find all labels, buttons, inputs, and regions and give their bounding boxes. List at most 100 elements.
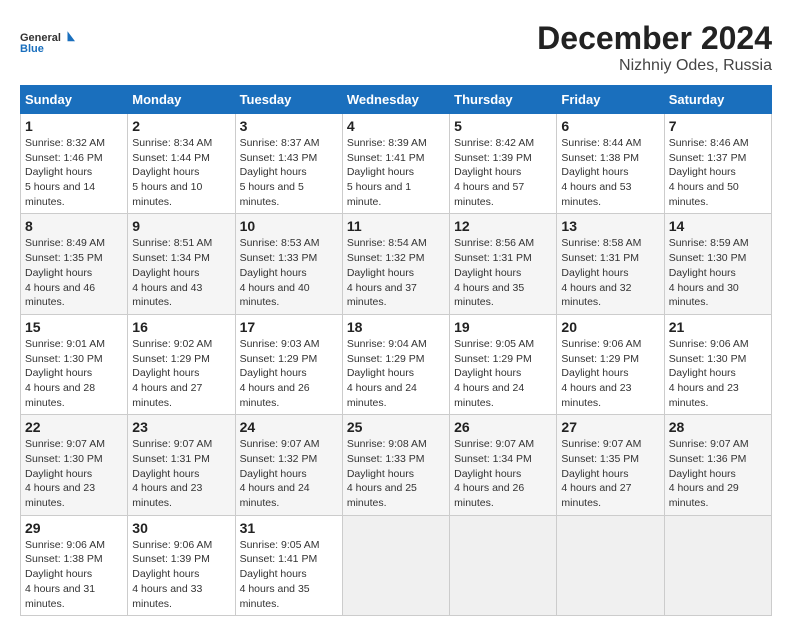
day-info: Sunrise: 9:02 AM Sunset: 1:29 PM Dayligh… — [132, 337, 230, 410]
day-number: 26 — [454, 419, 552, 435]
day-info: Sunrise: 8:51 AM Sunset: 1:34 PM Dayligh… — [132, 236, 230, 309]
calendar-cell: 12 Sunrise: 8:56 AM Sunset: 1:31 PM Dayl… — [450, 214, 557, 314]
calendar-week-row: 1 Sunrise: 8:32 AM Sunset: 1:46 PM Dayli… — [21, 114, 772, 214]
day-number: 1 — [25, 118, 123, 134]
calendar-cell: 7 Sunrise: 8:46 AM Sunset: 1:37 PM Dayli… — [664, 114, 771, 214]
location-subtitle: Nizhniy Odes, Russia — [537, 57, 772, 75]
day-number: 24 — [240, 419, 338, 435]
day-info: Sunrise: 9:04 AM Sunset: 1:29 PM Dayligh… — [347, 337, 445, 410]
calendar-week-row: 15 Sunrise: 9:01 AM Sunset: 1:30 PM Dayl… — [21, 314, 772, 414]
page-header: General Blue December 2024 Nizhniy Odes,… — [20, 20, 772, 75]
day-info: Sunrise: 8:39 AM Sunset: 1:41 PM Dayligh… — [347, 136, 445, 209]
day-info: Sunrise: 8:32 AM Sunset: 1:46 PM Dayligh… — [25, 136, 123, 209]
day-number: 10 — [240, 218, 338, 234]
day-number: 12 — [454, 218, 552, 234]
day-info: Sunrise: 9:03 AM Sunset: 1:29 PM Dayligh… — [240, 337, 338, 410]
calendar-cell: 27 Sunrise: 9:07 AM Sunset: 1:35 PM Dayl… — [557, 415, 664, 515]
calendar-cell: 10 Sunrise: 8:53 AM Sunset: 1:33 PM Dayl… — [235, 214, 342, 314]
calendar-cell: 17 Sunrise: 9:03 AM Sunset: 1:29 PM Dayl… — [235, 314, 342, 414]
day-number: 2 — [132, 118, 230, 134]
logo: General Blue — [20, 20, 75, 65]
weekday-header-row: SundayMondayTuesdayWednesdayThursdayFrid… — [21, 86, 772, 114]
day-info: Sunrise: 8:58 AM Sunset: 1:31 PM Dayligh… — [561, 236, 659, 309]
calendar-cell: 25 Sunrise: 9:08 AM Sunset: 1:33 PM Dayl… — [342, 415, 449, 515]
calendar-cell: 4 Sunrise: 8:39 AM Sunset: 1:41 PM Dayli… — [342, 114, 449, 214]
calendar-cell: 22 Sunrise: 9:07 AM Sunset: 1:30 PM Dayl… — [21, 415, 128, 515]
day-info: Sunrise: 9:07 AM Sunset: 1:30 PM Dayligh… — [25, 437, 123, 510]
day-number: 13 — [561, 218, 659, 234]
calendar-week-row: 8 Sunrise: 8:49 AM Sunset: 1:35 PM Dayli… — [21, 214, 772, 314]
weekday-header: Tuesday — [235, 86, 342, 114]
calendar-cell: 8 Sunrise: 8:49 AM Sunset: 1:35 PM Dayli… — [21, 214, 128, 314]
day-info: Sunrise: 8:49 AM Sunset: 1:35 PM Dayligh… — [25, 236, 123, 309]
calendar-cell — [664, 515, 771, 615]
day-number: 31 — [240, 520, 338, 536]
day-number: 8 — [25, 218, 123, 234]
day-info: Sunrise: 9:07 AM Sunset: 1:31 PM Dayligh… — [132, 437, 230, 510]
calendar-cell: 23 Sunrise: 9:07 AM Sunset: 1:31 PM Dayl… — [128, 415, 235, 515]
day-number: 15 — [25, 319, 123, 335]
day-info: Sunrise: 9:06 AM Sunset: 1:30 PM Dayligh… — [669, 337, 767, 410]
day-number: 20 — [561, 319, 659, 335]
calendar-cell: 21 Sunrise: 9:06 AM Sunset: 1:30 PM Dayl… — [664, 314, 771, 414]
calendar-cell — [450, 515, 557, 615]
day-info: Sunrise: 9:05 AM Sunset: 1:29 PM Dayligh… — [454, 337, 552, 410]
day-info: Sunrise: 8:42 AM Sunset: 1:39 PM Dayligh… — [454, 136, 552, 209]
calendar-cell: 29 Sunrise: 9:06 AM Sunset: 1:38 PM Dayl… — [21, 515, 128, 615]
calendar-cell: 3 Sunrise: 8:37 AM Sunset: 1:43 PM Dayli… — [235, 114, 342, 214]
day-number: 22 — [25, 419, 123, 435]
weekday-header: Sunday — [21, 86, 128, 114]
day-info: Sunrise: 8:44 AM Sunset: 1:38 PM Dayligh… — [561, 136, 659, 209]
day-info: Sunrise: 9:05 AM Sunset: 1:41 PM Dayligh… — [240, 538, 338, 611]
day-number: 6 — [561, 118, 659, 134]
day-number: 9 — [132, 218, 230, 234]
calendar-cell: 26 Sunrise: 9:07 AM Sunset: 1:34 PM Dayl… — [450, 415, 557, 515]
day-number: 14 — [669, 218, 767, 234]
day-info: Sunrise: 9:07 AM Sunset: 1:34 PM Dayligh… — [454, 437, 552, 510]
calendar-cell: 1 Sunrise: 8:32 AM Sunset: 1:46 PM Dayli… — [21, 114, 128, 214]
day-number: 23 — [132, 419, 230, 435]
day-number: 3 — [240, 118, 338, 134]
day-number: 29 — [25, 520, 123, 536]
day-info: Sunrise: 9:01 AM Sunset: 1:30 PM Dayligh… — [25, 337, 123, 410]
day-number: 5 — [454, 118, 552, 134]
calendar-cell: 14 Sunrise: 8:59 AM Sunset: 1:30 PM Dayl… — [664, 214, 771, 314]
day-info: Sunrise: 8:54 AM Sunset: 1:32 PM Dayligh… — [347, 236, 445, 309]
day-info: Sunrise: 8:37 AM Sunset: 1:43 PM Dayligh… — [240, 136, 338, 209]
day-number: 27 — [561, 419, 659, 435]
calendar-cell: 31 Sunrise: 9:05 AM Sunset: 1:41 PM Dayl… — [235, 515, 342, 615]
day-number: 17 — [240, 319, 338, 335]
day-number: 19 — [454, 319, 552, 335]
calendar-cell: 2 Sunrise: 8:34 AM Sunset: 1:44 PM Dayli… — [128, 114, 235, 214]
day-number: 11 — [347, 218, 445, 234]
weekday-header: Wednesday — [342, 86, 449, 114]
calendar-cell: 20 Sunrise: 9:06 AM Sunset: 1:29 PM Dayl… — [557, 314, 664, 414]
month-title: December 2024 — [537, 20, 772, 57]
calendar-cell: 13 Sunrise: 8:58 AM Sunset: 1:31 PM Dayl… — [557, 214, 664, 314]
logo-icon: General Blue — [20, 20, 75, 65]
day-number: 28 — [669, 419, 767, 435]
calendar-cell: 5 Sunrise: 8:42 AM Sunset: 1:39 PM Dayli… — [450, 114, 557, 214]
weekday-header: Monday — [128, 86, 235, 114]
day-info: Sunrise: 9:06 AM Sunset: 1:38 PM Dayligh… — [25, 538, 123, 611]
day-info: Sunrise: 9:06 AM Sunset: 1:29 PM Dayligh… — [561, 337, 659, 410]
weekday-header: Saturday — [664, 86, 771, 114]
day-info: Sunrise: 9:07 AM Sunset: 1:36 PM Dayligh… — [669, 437, 767, 510]
day-info: Sunrise: 8:34 AM Sunset: 1:44 PM Dayligh… — [132, 136, 230, 209]
svg-text:General: General — [20, 32, 61, 44]
calendar-cell: 16 Sunrise: 9:02 AM Sunset: 1:29 PM Dayl… — [128, 314, 235, 414]
title-block: December 2024 Nizhniy Odes, Russia — [537, 20, 772, 75]
calendar-cell — [342, 515, 449, 615]
day-info: Sunrise: 8:53 AM Sunset: 1:33 PM Dayligh… — [240, 236, 338, 309]
calendar-week-row: 22 Sunrise: 9:07 AM Sunset: 1:30 PM Dayl… — [21, 415, 772, 515]
day-info: Sunrise: 8:56 AM Sunset: 1:31 PM Dayligh… — [454, 236, 552, 309]
calendar-cell: 24 Sunrise: 9:07 AM Sunset: 1:32 PM Dayl… — [235, 415, 342, 515]
svg-text:Blue: Blue — [20, 43, 44, 55]
day-info: Sunrise: 9:08 AM Sunset: 1:33 PM Dayligh… — [347, 437, 445, 510]
day-number: 25 — [347, 419, 445, 435]
calendar-week-row: 29 Sunrise: 9:06 AM Sunset: 1:38 PM Dayl… — [21, 515, 772, 615]
calendar-cell: 6 Sunrise: 8:44 AM Sunset: 1:38 PM Dayli… — [557, 114, 664, 214]
day-info: Sunrise: 8:59 AM Sunset: 1:30 PM Dayligh… — [669, 236, 767, 309]
calendar-cell: 28 Sunrise: 9:07 AM Sunset: 1:36 PM Dayl… — [664, 415, 771, 515]
day-number: 30 — [132, 520, 230, 536]
